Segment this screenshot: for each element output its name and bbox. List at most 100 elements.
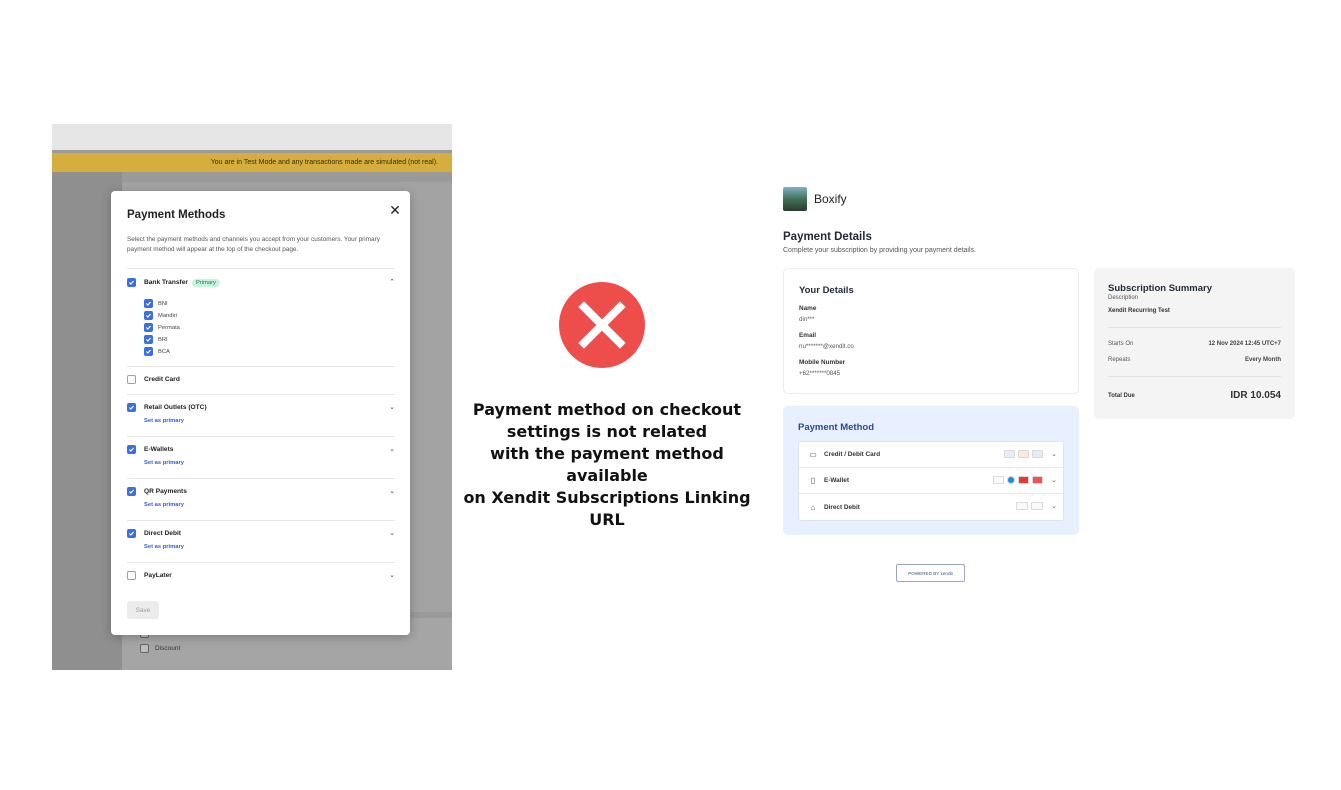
payment-options-list: ▭ Credit / Debit Card ⌄ ▯ E-Wallet ⌄ ⌂ D…: [798, 441, 1064, 521]
bank-channel-label: Mandiri: [158, 312, 178, 319]
background-row-label: Discount: [155, 645, 181, 652]
checkbox[interactable]: [140, 644, 149, 653]
repeats-value: Every Month: [1244, 357, 1281, 363]
method-row-qr-payments[interactable]: QR Payments ⌄: [127, 487, 395, 496]
chevron-down-icon[interactable]: ⌄: [389, 403, 395, 411]
divider: [127, 268, 395, 269]
payment-option-ewallet[interactable]: ▯ E-Wallet ⌄: [799, 468, 1063, 494]
email-value: nu*******@xendit.co: [799, 343, 854, 350]
checkbox-checked[interactable]: [144, 347, 153, 356]
checkbox-checked[interactable]: [144, 335, 153, 344]
method-row-e-wallets[interactable]: E-Wallets ⌄: [127, 445, 395, 454]
method-row-paylater[interactable]: PayLater ⌄: [127, 571, 395, 580]
chevron-down-icon[interactable]: ⌄: [389, 487, 395, 495]
brand-name: Boxify: [814, 192, 847, 206]
mastercard-logo-icon: [1018, 450, 1029, 458]
payment-option-label: Credit / Debit Card: [824, 451, 881, 458]
method-row-retail-outlets[interactable]: Retail Outlets (OTC) ⌄: [127, 403, 395, 412]
method-label: PayLater: [144, 572, 172, 579]
merchant-brand: Boxify: [783, 187, 847, 211]
bank-channel-label: Permata: [158, 324, 180, 331]
chevron-down-icon[interactable]: ⌄: [389, 529, 395, 537]
total-due-label: Total Due: [1108, 393, 1135, 399]
set-as-primary-link[interactable]: Set as primary: [144, 502, 184, 508]
divider: [127, 394, 395, 395]
message-line: on Xendit Subscriptions Linking URL: [463, 488, 751, 529]
brand-logo: [783, 187, 807, 211]
method-label: Retail Outlets (OTC): [144, 404, 207, 411]
payment-option-label: Direct Debit: [824, 503, 860, 511]
checkbox-checked[interactable]: [127, 403, 136, 412]
jcb-logo-icon: [1004, 450, 1015, 458]
summary-heading: Subscription Summary: [1108, 283, 1212, 294]
checkbox-checked[interactable]: [144, 323, 153, 332]
bank-channel-row[interactable]: BNI: [144, 299, 168, 308]
checkout-settings-screenshot: You are in Test Mode and any transaction…: [52, 124, 452, 670]
phone-icon: ▯: [810, 476, 816, 485]
chevron-down-icon[interactable]: ⌄: [389, 445, 395, 453]
page-title: Payment Details: [783, 231, 872, 243]
modal-title: Payment Methods: [127, 209, 226, 221]
checkbox-checked[interactable]: [144, 311, 153, 320]
bank-channel-row[interactable]: BCA: [144, 347, 170, 356]
shopeepay-logo-icon: [1018, 476, 1029, 484]
bank-channel-row[interactable]: Permata: [144, 323, 180, 332]
method-row-credit-card[interactable]: Credit Card: [127, 375, 395, 384]
payment-option-card[interactable]: ▭ Credit / Debit Card ⌄: [799, 442, 1063, 468]
checkbox-unchecked[interactable]: [127, 571, 136, 580]
method-row-bank-transfer[interactable]: Bank Transfer Primary ⌃: [127, 278, 395, 287]
divider: [127, 366, 395, 367]
divider: [127, 478, 395, 479]
description-value: Xendit Recurring Test: [1108, 308, 1170, 314]
starts-on-label: Starts On: [1108, 341, 1134, 347]
chevron-up-icon[interactable]: ⌃: [389, 278, 395, 286]
message-line: settings is not related: [506, 422, 708, 441]
payment-method-card: Payment Method ▭ Credit / Debit Card ⌄ ▯…: [783, 406, 1079, 535]
comparison-message: Payment method on checkout settings is n…: [457, 399, 757, 531]
checkbox-checked[interactable]: [127, 278, 136, 287]
your-details-card: Your Details Name din*** Email nu*******…: [783, 268, 1079, 394]
message-line: Payment method on checkout: [472, 400, 742, 419]
error-x-icon: [559, 282, 645, 368]
divider: [1108, 376, 1281, 377]
background-row: Discount: [140, 644, 180, 653]
payment-method-heading: Payment Method: [798, 422, 875, 433]
set-as-primary-link[interactable]: Set as primary: [144, 544, 184, 550]
set-as-primary-link[interactable]: Set as primary: [144, 418, 184, 424]
name-label: Name: [799, 305, 817, 312]
divider: [127, 520, 395, 521]
method-row-direct-debit[interactable]: Direct Debit ⌄: [127, 529, 395, 538]
checkbox-checked[interactable]: [127, 529, 136, 538]
method-label: Direct Debit: [144, 530, 182, 537]
bank-channel-row[interactable]: BRI: [144, 335, 168, 344]
ovo-logo-icon: [993, 476, 1004, 484]
phone-value: +62*******0845: [799, 370, 841, 377]
bank-channel-row[interactable]: Mandiri: [144, 311, 177, 320]
checkbox-unchecked[interactable]: [127, 375, 136, 384]
email-label: Email: [799, 332, 817, 339]
payment-option-direct-debit[interactable]: ⌂ Direct Debit ⌄: [799, 494, 1063, 520]
checkbox-checked[interactable]: [127, 445, 136, 454]
method-label: Credit Card: [144, 376, 180, 383]
bank-channel-label: BRI: [158, 336, 168, 343]
close-icon[interactable]: ✕: [388, 203, 402, 217]
chevron-down-icon[interactable]: ⌄: [1051, 502, 1057, 510]
bri-logo-icon: [1016, 502, 1028, 510]
checkbox-checked[interactable]: [127, 487, 136, 496]
chevron-down-icon[interactable]: ⌄: [389, 571, 395, 579]
divider: [127, 562, 395, 563]
comparison-graphic: You are in Test Mode and any transaction…: [0, 0, 1341, 790]
payment-option-label: E-Wallet: [824, 477, 849, 484]
save-button[interactable]: Save: [127, 601, 159, 619]
page-subtitle: Complete your subscription by providing …: [783, 247, 976, 254]
checkbox-checked[interactable]: [144, 299, 153, 308]
subscription-summary-card: Subscription Summary Description Xendit …: [1094, 268, 1295, 419]
chevron-down-icon[interactable]: ⌄: [1051, 476, 1057, 484]
set-as-primary-link[interactable]: Set as primary: [144, 460, 184, 466]
divider: [1108, 327, 1281, 328]
chevron-down-icon[interactable]: ⌄: [1051, 450, 1057, 458]
ewallet-logos: [993, 476, 1043, 484]
credit-card-icon: ▭: [809, 450, 817, 459]
card-network-logos: [1004, 450, 1043, 458]
name-value: din***: [799, 316, 815, 323]
